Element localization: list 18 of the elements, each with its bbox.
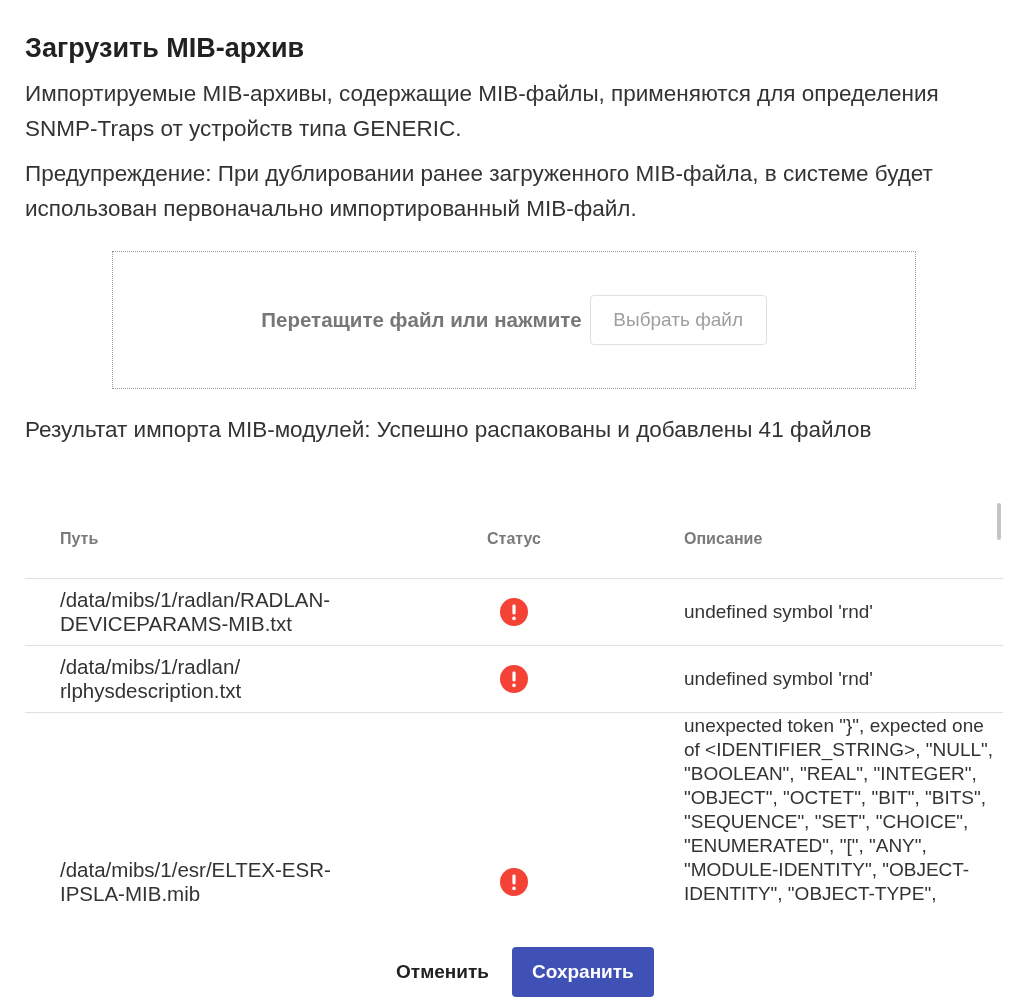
column-header: Путь xyxy=(60,530,99,547)
error-description: undefined symbol 'rnd' xyxy=(684,600,873,624)
column-header: Статус xyxy=(487,530,541,547)
cancel-button[interactable]: Отменить xyxy=(380,947,505,997)
file-path: /data/mibs/1/radlan/rlphysdescription.txt xyxy=(60,655,243,703)
file-path: /data/mibs/1/radlan/RADLAN-DEVICEPARAMS-MIB.txt xyxy=(60,588,332,636)
info-paragraph: Импортируемые MIB-архивы, содержащие MIB-файлы, применяются для определения SNMP-Traps от устройств типа GENERIC. xyxy=(25,80,940,143)
error-description: undefined symbol 'rnd' xyxy=(684,667,873,691)
error-description: unexpected token "}", expected one of <IDENTIFIER_STRING>, "NULL", "BOOLEAN", "REAL", "INTEGER", "OBJECT", "OCTET", "BIT", "BITS", "SEQUENCE", "SET", "CHOICE", "ENUMERATED", "[", "ANY", "MODULE-IDENTITY", "OBJECT-IDENTITY", "OBJECT-TYPE", xyxy=(684,714,995,906)
file-path: /data/mibs/1/esr/ELTEX-ESR-IPSLA-MIB.mib xyxy=(60,857,332,906)
scrollbar-thumb[interactable] xyxy=(997,503,1001,540)
column-header: Описание xyxy=(684,530,763,547)
info-paragraph: Предупреждение: При дублировании ранее загруженного MIB-файла, в системе будет использован первоначально импортированный MIB-файл. xyxy=(25,160,934,223)
save-button[interactable]: Сохранить xyxy=(511,947,654,997)
dialog-title: Загрузить MIB-архив xyxy=(25,32,306,65)
file-drop-zone[interactable]: Перетащите файл или нажмите Выбрать файл xyxy=(112,251,916,389)
import-result-text: Результат импорта MIB-модулей: Успешно распакованы и добавлены 41 файлов xyxy=(25,416,873,444)
drop-prompt: Перетащите файл или нажмите xyxy=(261,308,582,332)
